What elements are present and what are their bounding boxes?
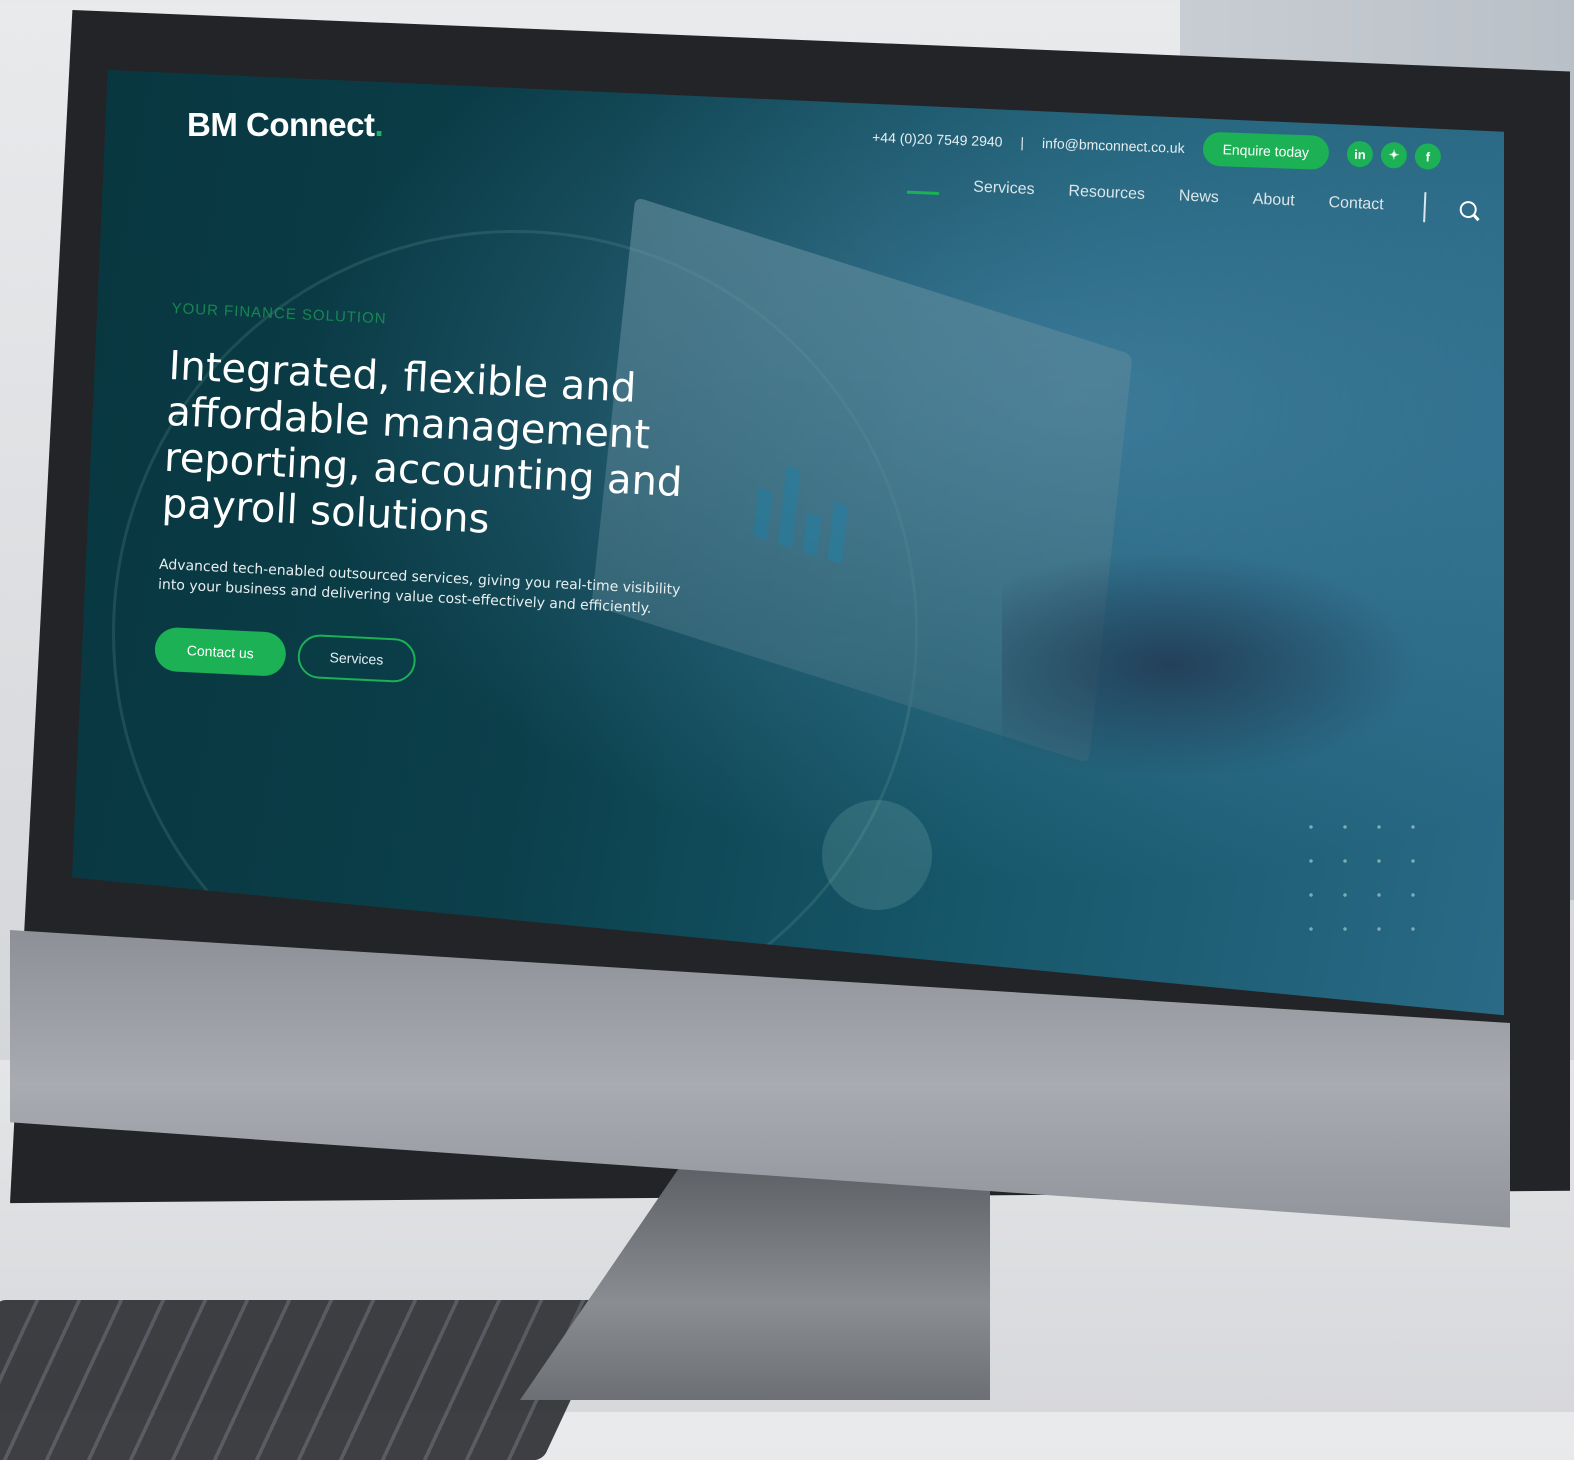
linkedin-icon[interactable]: in: [1346, 140, 1374, 168]
apple-logo-icon: [688, 1040, 734, 1108]
email-link[interactable]: info@bmconnect.co.uk: [1042, 135, 1185, 156]
site-logo[interactable]: BM Connect.: [187, 106, 384, 144]
nav-item-resources[interactable]: Resources: [1068, 183, 1145, 204]
contact-us-button[interactable]: Contact us: [153, 626, 287, 677]
nav-divider: [1422, 192, 1427, 223]
background-hand-image: [1002, 550, 1422, 780]
top-contact-bar: +44 (0)20 7549 2940 | info@bmconnect.co.…: [872, 120, 1442, 174]
logo-text: BM Connect: [187, 106, 375, 143]
search-icon[interactable]: [1459, 200, 1477, 218]
decorative-dots: [1294, 810, 1434, 960]
nav-item-news[interactable]: News: [1178, 187, 1220, 207]
twitter-icon[interactable]: ✦: [1380, 141, 1408, 169]
hero-subtext: Advanced tech-enabled outsourced service…: [157, 556, 681, 617]
hero-headline: Integrated, flexible and affordable mana…: [160, 342, 684, 543]
keyboard: [0, 1300, 618, 1460]
logo-dot: .: [374, 106, 384, 143]
hero-section: YOUR FINANCE SOLUTION Integrated, flexib…: [153, 300, 771, 700]
enquire-today-button[interactable]: Enquire today: [1202, 131, 1330, 171]
nav-item-home-indicator[interactable]: [906, 176, 940, 195]
social-links: in ✦ f: [1346, 140, 1442, 170]
nav-item-contact[interactable]: Contact: [1328, 194, 1384, 214]
contact-divider: |: [1020, 134, 1025, 151]
nav-item-services[interactable]: Services: [973, 178, 1035, 199]
phone-link[interactable]: +44 (0)20 7549 2940: [872, 129, 1003, 150]
website-screen: BM Connect. +44 (0)20 7549 2940 | info@b…: [72, 70, 1504, 1016]
facebook-icon[interactable]: f: [1414, 143, 1442, 170]
main-nav: Services Resources News About Contact: [906, 170, 1478, 225]
nav-item-about[interactable]: About: [1252, 191, 1295, 211]
decorative-circle: [822, 800, 932, 910]
services-button[interactable]: Services: [296, 633, 417, 684]
